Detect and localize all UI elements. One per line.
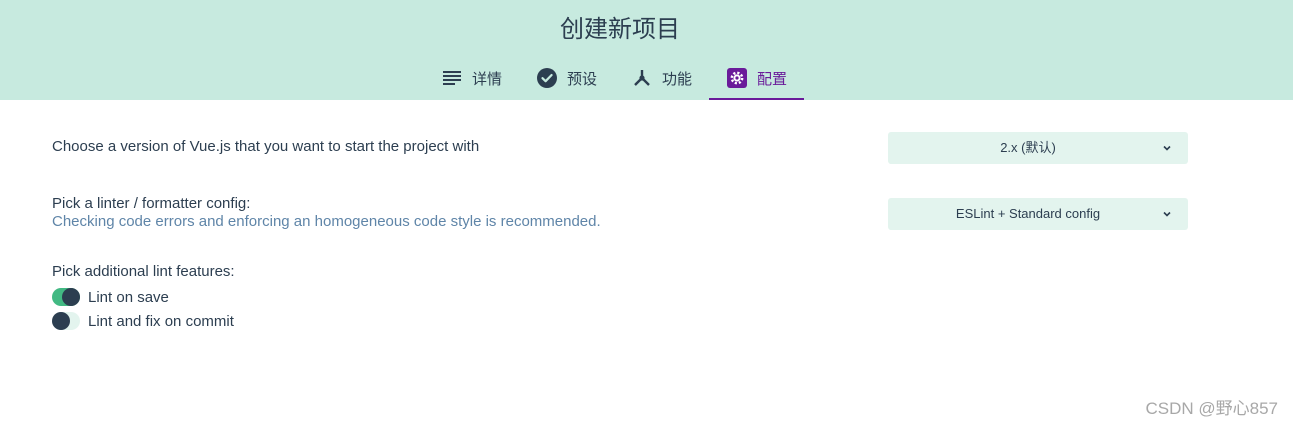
tab-presets[interactable]: 预设 bbox=[519, 56, 614, 100]
tab-label: 配置 bbox=[757, 69, 788, 88]
tab-label: 功能 bbox=[662, 69, 693, 88]
chevron-down-icon bbox=[1160, 141, 1174, 155]
lint-on-save-label: Lint on save bbox=[88, 288, 169, 306]
merge-icon bbox=[631, 67, 653, 89]
chevron-down-icon bbox=[1160, 207, 1174, 221]
list-icon bbox=[441, 67, 463, 89]
toggle-knob bbox=[62, 288, 80, 306]
page-title: 创建新项目 bbox=[560, 15, 680, 43]
lint-on-save-toggle[interactable] bbox=[52, 288, 80, 306]
vue-version-select[interactable]: 2.x (默认) bbox=[888, 132, 1188, 164]
tab-details[interactable]: 详情 bbox=[424, 56, 519, 100]
tab-config[interactable]: 配置 bbox=[709, 56, 805, 100]
lint-fix-on-commit-option: Lint and fix on commit bbox=[52, 310, 234, 332]
tab-bar: 详情 预设 功能 配置 bbox=[424, 56, 805, 100]
gear-icon bbox=[726, 67, 748, 89]
tab-label: 预设 bbox=[567, 69, 598, 88]
lint-on-save-option: Lint on save bbox=[52, 286, 169, 308]
linter-select[interactable]: ESLint + Standard config bbox=[888, 198, 1188, 230]
check-circle-icon bbox=[536, 67, 558, 89]
linter-label: Pick a linter / formatter config: bbox=[52, 195, 251, 212]
tab-label: 详情 bbox=[472, 69, 503, 88]
vue-version-value: 2.x (默认) bbox=[1000, 140, 1056, 155]
header: 创建新项目 详情 预设 功能 配置 bbox=[0, 0, 1293, 100]
lint-fix-on-commit-toggle[interactable] bbox=[52, 312, 80, 330]
toggle-knob bbox=[52, 312, 70, 330]
lint-features-label: Pick additional lint features: bbox=[52, 263, 235, 280]
linter-value: ESLint + Standard config bbox=[955, 206, 1101, 221]
watermark: CSDN @野心857 bbox=[1145, 399, 1278, 418]
lint-fix-on-commit-label: Lint and fix on commit bbox=[88, 312, 234, 330]
vue-version-label: Choose a version of Vue.js that you want… bbox=[52, 138, 480, 155]
tab-features[interactable]: 功能 bbox=[614, 56, 709, 100]
linter-description: Checking code errors and enforcing an ho… bbox=[52, 213, 601, 230]
